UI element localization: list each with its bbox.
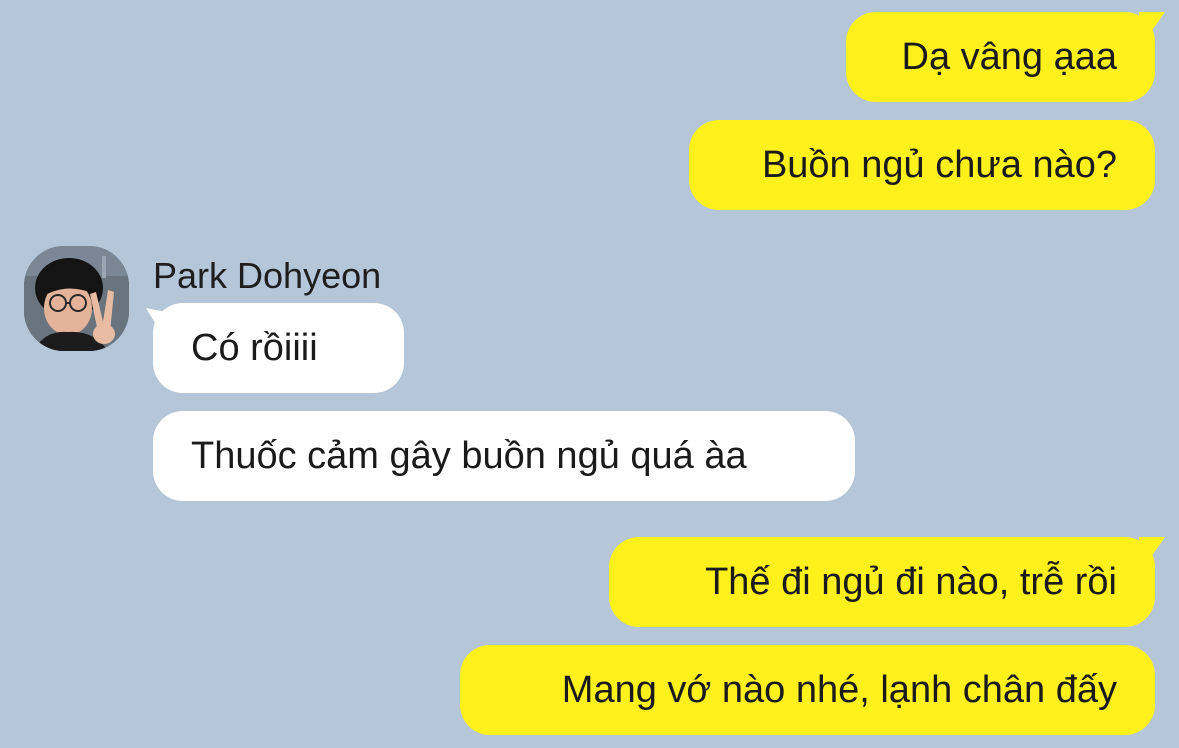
incoming-message[interactable]: Thuốc cảm gây buồn ngủ quá àa xyxy=(153,411,855,501)
chat-view: Dạ vâng ạaa Buồn ngủ chưa nào? Park Dohy… xyxy=(0,0,1179,748)
incoming-message[interactable]: Có rồiiii xyxy=(153,303,404,393)
outgoing-message[interactable]: Buồn ngủ chưa nào? xyxy=(689,120,1155,210)
contact-avatar[interactable] xyxy=(24,246,129,351)
outgoing-message[interactable]: Thế đi ngủ đi nào, trễ rồi xyxy=(609,537,1155,627)
avatar-photo-icon xyxy=(24,246,129,351)
outgoing-message[interactable]: Mang vớ nào nhé, lạnh chân đấy xyxy=(460,645,1155,735)
sender-name: Park Dohyeon xyxy=(153,255,382,296)
outgoing-message[interactable]: Dạ vâng ạaa xyxy=(846,12,1155,102)
